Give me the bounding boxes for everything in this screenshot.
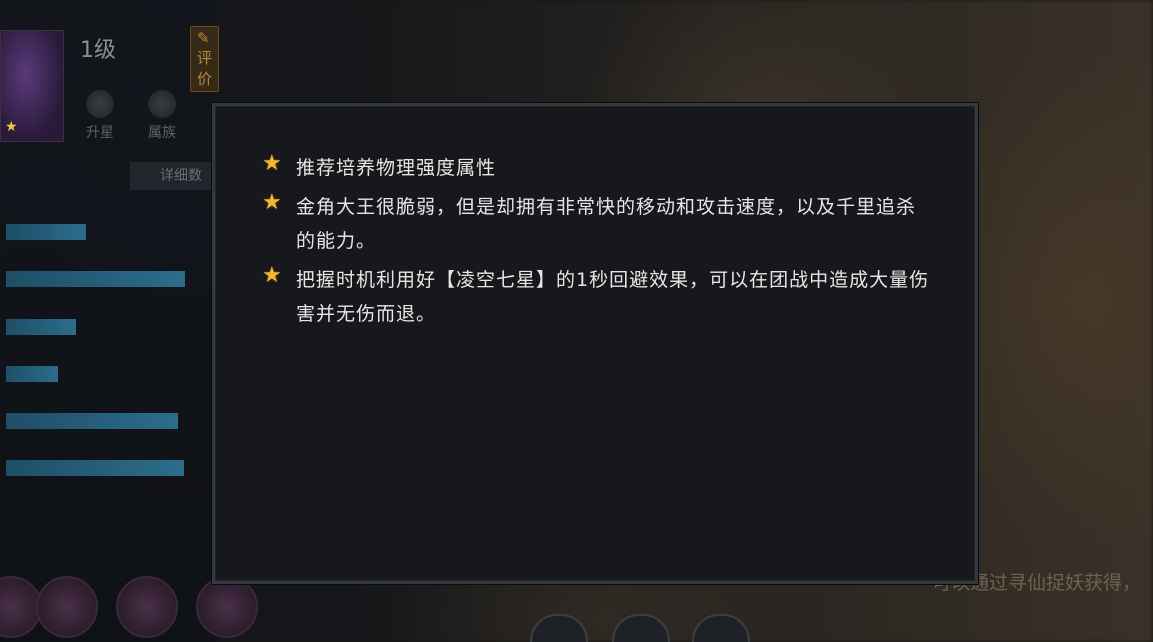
skill-icon[interactable]: [116, 576, 178, 638]
race-label: 属族: [148, 125, 176, 141]
stat-bar: [6, 271, 185, 287]
detail-tab[interactable]: 详细数: [130, 162, 220, 190]
hero-info-panel: ★ 1级 ✎ 评价 升星 属族 详细数: [0, 0, 220, 642]
stat-bar: [6, 413, 178, 429]
rate-button-label: 评价: [197, 49, 213, 88]
stat-bar: [6, 366, 58, 382]
upgrade-star-button[interactable]: 升星: [78, 90, 122, 142]
star-icon: ★: [5, 119, 18, 135]
tip-text: 推荐培养物理强度属性: [296, 157, 497, 179]
stat-bar: [6, 460, 184, 476]
upgrade-star-label: 升星: [86, 125, 114, 141]
star-icon: ★: [262, 190, 282, 215]
race-button[interactable]: 属族: [140, 90, 184, 142]
tips-dialog[interactable]: ★ 推荐培养物理强度属性 ★ 金角大王很脆弱，但是却拥有非常快的移动和攻击速度，…: [212, 103, 978, 584]
star-icon: ★: [262, 151, 282, 176]
skill-icon[interactable]: [36, 576, 98, 638]
hero-level: 1级: [80, 38, 116, 63]
tip-item: ★ 把握时机利用好【凌空七星】的1秒回避效果，可以在团战中造成大量伤害并无伤而退…: [262, 263, 932, 331]
tip-text: 把握时机利用好【凌空七星】的1秒回避效果，可以在团战中造成大量伤害并无伤而退。: [296, 269, 930, 325]
stat-bar: [6, 224, 86, 240]
hero-portrait[interactable]: ★: [0, 30, 64, 142]
stat-bar: [6, 319, 76, 335]
tips-list: ★ 推荐培养物理强度属性 ★ 金角大王很脆弱，但是却拥有非常快的移动和攻击速度，…: [262, 153, 932, 341]
rate-button[interactable]: ✎ 评价: [190, 26, 220, 92]
tip-text: 金角大王很脆弱，但是却拥有非常快的移动和攻击速度，以及千里追杀的能力。: [296, 196, 917, 252]
race-icon: [148, 90, 176, 118]
edit-icon: ✎: [197, 29, 210, 47]
tip-item: ★ 金角大王很脆弱，但是却拥有非常快的移动和攻击速度，以及千里追杀的能力。: [262, 190, 932, 258]
skill-icon[interactable]: [196, 576, 258, 638]
tip-item: ★ 推荐培养物理强度属性: [262, 151, 932, 185]
star-icon: ★: [262, 263, 282, 288]
upgrade-icon: [86, 90, 114, 118]
